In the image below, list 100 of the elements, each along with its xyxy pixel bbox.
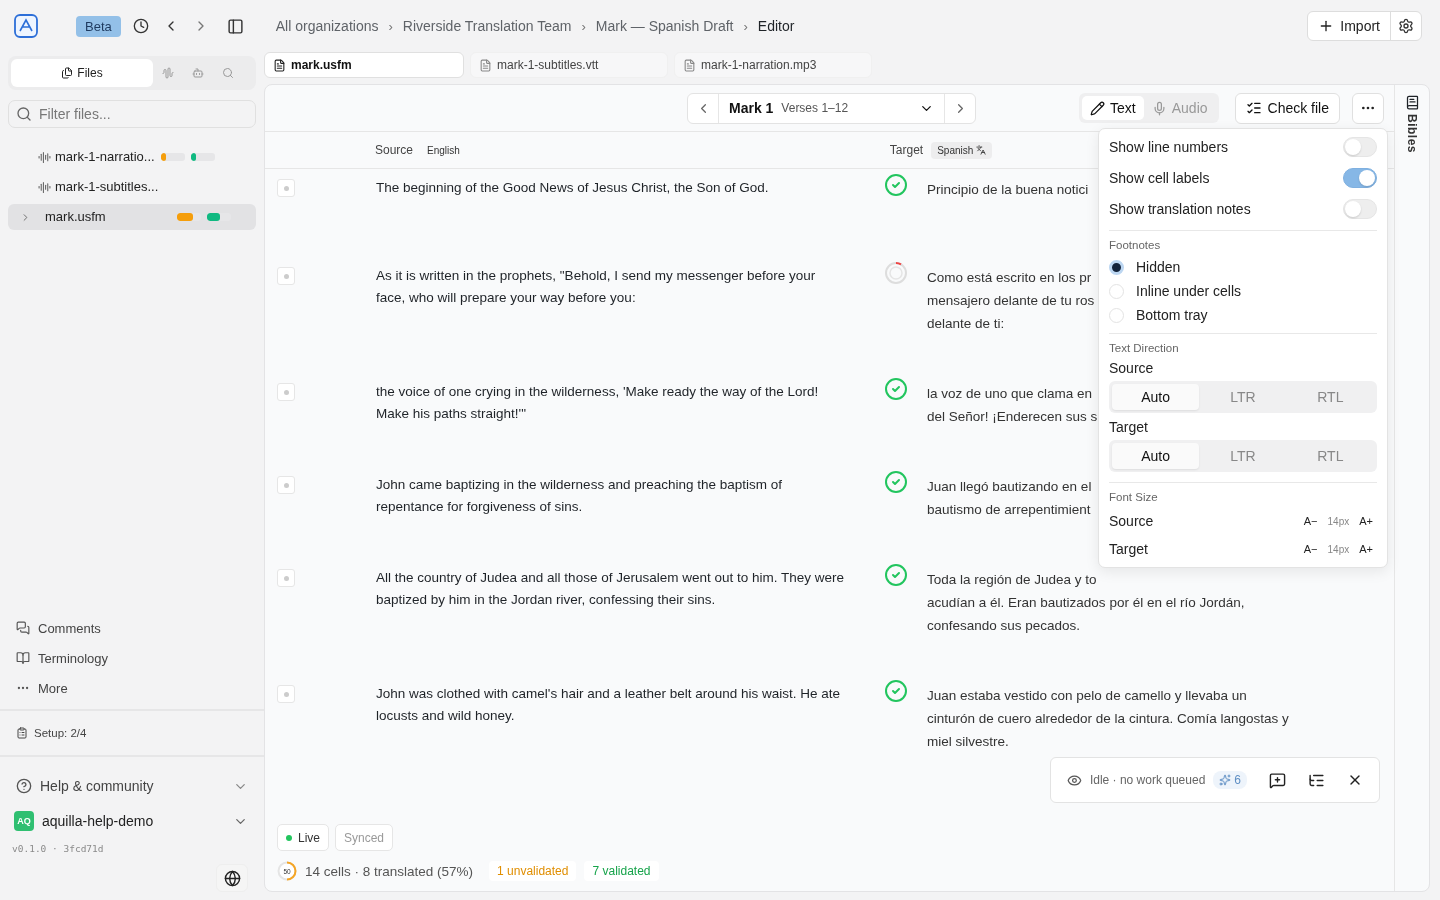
- cell-marker[interactable]: [277, 685, 295, 703]
- decrease-font-button[interactable]: A−: [1299, 543, 1322, 555]
- panel-icon: [226, 17, 244, 35]
- setup-link[interactable]: Setup: 2/4: [8, 717, 256, 749]
- file-tab[interactable]: mark-1-narration.mp3: [674, 52, 872, 78]
- cell-marker[interactable]: [277, 179, 295, 197]
- target-text[interactable]: Toda la región de Judea y to: [927, 568, 1245, 591]
- toggle-label: Show line numbers: [1109, 138, 1229, 155]
- breadcrumb-separator: ›: [581, 18, 586, 34]
- section-title: Footnotes: [1109, 239, 1162, 251]
- cell-marker[interactable]: [277, 569, 295, 587]
- clipboard-icon: [16, 727, 28, 739]
- check-file-button[interactable]: Check file: [1234, 92, 1340, 124]
- source-text: As it is written in the prophets, "Behold, I send my messenger before your face, who will prepare your way before you:: [376, 267, 817, 307]
- file-item[interactable]: mark-1-narratio...: [8, 144, 256, 170]
- progress-track: [177, 213, 201, 221]
- robot-icon: [192, 67, 204, 79]
- filter-field[interactable]: Filter files...: [8, 100, 256, 128]
- target-text[interactable]: delante de ti:: [927, 312, 1095, 335]
- bibles-tab[interactable]: Bibles: [1405, 114, 1419, 153]
- history-button[interactable]: [132, 18, 149, 34]
- direction-option[interactable]: Auto: [1112, 443, 1200, 469]
- progress-track: [207, 213, 231, 221]
- breadcrumb-link[interactable]: Mark — Spanish Draft: [595, 18, 734, 34]
- unvalidated-count: 1 unvalidated: [489, 861, 577, 881]
- breadcrumb-link[interactable]: Editor: [757, 18, 795, 34]
- progress-track: [191, 153, 215, 161]
- waveform-icon: [38, 150, 51, 164]
- cell-marker[interactable]: [277, 383, 295, 401]
- cell-marker[interactable]: [277, 476, 295, 494]
- section-title: Font Size: [1109, 491, 1159, 503]
- target-text[interactable]: acudían a él. Eran bautizados por él en el río Jordán,: [927, 591, 1245, 614]
- radio-label: Inline under cells: [1136, 283, 1242, 299]
- dot-icon: [283, 482, 289, 488]
- more-button[interactable]: [1352, 92, 1384, 124]
- mode-tab[interactable]: Text: [1082, 96, 1144, 120]
- search-icon: [16, 106, 32, 122]
- font-size-value: 14px: [1327, 515, 1350, 527]
- target-text[interactable]: cinturón de cuero alrededor de la cintura. Comía langostas y: [927, 707, 1289, 730]
- book-icon: [16, 651, 30, 665]
- target-text[interactable]: la voz de uno que clama en: [927, 382, 1098, 405]
- decrease-font-button[interactable]: A−: [1299, 515, 1322, 527]
- language-button[interactable]: [216, 864, 248, 892]
- translate-icon: [976, 145, 987, 155]
- app-logo[interactable]: [14, 14, 38, 38]
- file-tab[interactable]: mark.usfm: [264, 52, 464, 78]
- comments-icon: [16, 621, 30, 635]
- dot-icon: [283, 185, 289, 191]
- account-menu[interactable]: AQ aquilla-help-demo: [8, 803, 256, 839]
- target-text[interactable]: Principio de la buena notici: [927, 178, 1089, 201]
- file-tab[interactable]: mark-1-subtitles.vtt: [470, 52, 668, 78]
- add-comment-button[interactable]: [1269, 771, 1286, 789]
- nav-link[interactable]: More: [8, 673, 256, 703]
- target-text[interactable]: bautismo de arrepentimient: [927, 498, 1092, 521]
- help-menu[interactable]: Help & community: [8, 769, 256, 803]
- radio-label: Bottom tray: [1136, 307, 1208, 323]
- file-icon: [479, 58, 492, 72]
- target-text[interactable]: Juan llegó bautizando en el: [927, 475, 1092, 498]
- column-header: Target: [889, 143, 924, 157]
- file-item[interactable]: mark-1-subtitles...: [8, 174, 256, 200]
- target-text[interactable]: Como está escrito en los pr: [927, 266, 1095, 289]
- cell-marker[interactable]: [277, 267, 295, 285]
- stats-text: 14 cells · 8 translated (57%): [305, 863, 474, 879]
- nav-link[interactable]: Comments: [8, 613, 256, 643]
- nav-link[interactable]: Terminology: [8, 643, 256, 673]
- dot-icon: [283, 575, 289, 581]
- breadcrumb-link[interactable]: Riverside Translation Team: [402, 18, 572, 34]
- target-text[interactable]: del Señor! ¡Enderecen sus s: [927, 405, 1098, 428]
- breadcrumb-separator: ›: [388, 18, 393, 34]
- file-icon: [273, 58, 286, 72]
- search-icon: [222, 67, 234, 79]
- target-text[interactable]: mensajero delante de tu ros: [927, 289, 1095, 312]
- increase-font-button[interactable]: A+: [1355, 543, 1377, 555]
- version-label: v0.1.0 · 3fcd71d: [12, 843, 104, 854]
- increase-font-button[interactable]: A+: [1355, 515, 1377, 527]
- status-text: Idle · no work queued: [1089, 773, 1206, 787]
- toggle-switch[interactable]: [1343, 167, 1377, 188]
- progress-track: [161, 153, 185, 161]
- status-dot: [286, 834, 292, 841]
- radio-button[interactable]: [1109, 259, 1124, 275]
- validated-count: 7 validated: [584, 861, 659, 881]
- file-name: mark-1-subtitles...: [55, 179, 159, 195]
- microphone-icon: [1151, 100, 1167, 116]
- sidebar-toggle-button[interactable]: [226, 17, 244, 35]
- direction-option[interactable]: Auto: [1112, 384, 1200, 410]
- direction-label: Target: [1109, 419, 1149, 435]
- font-size-value: 14px: [1327, 543, 1350, 555]
- language-chip: Spanish: [931, 141, 993, 159]
- sparkle-icon: [1219, 774, 1232, 786]
- source-text: the voice of one crying in the wilderness, 'Make ready the way of the Lord! Make his paths straight!'": [376, 383, 820, 423]
- target-text[interactable]: miel silvestre.: [927, 730, 1289, 753]
- pencil-icon: [1090, 100, 1106, 116]
- waveform-icon: [162, 67, 174, 79]
- target-text[interactable]: confesando sus pecados.: [927, 614, 1245, 637]
- breadcrumb-link[interactable]: All organizations: [275, 18, 379, 34]
- target-text[interactable]: Juan estaba vestido con pelo de camello y llevaba un: [927, 684, 1289, 707]
- file-item[interactable]: mark.usfm: [8, 204, 256, 230]
- files-tab[interactable]: Files: [11, 59, 153, 87]
- book-icon[interactable]: [1404, 95, 1420, 110]
- dot-icon: [283, 273, 289, 279]
